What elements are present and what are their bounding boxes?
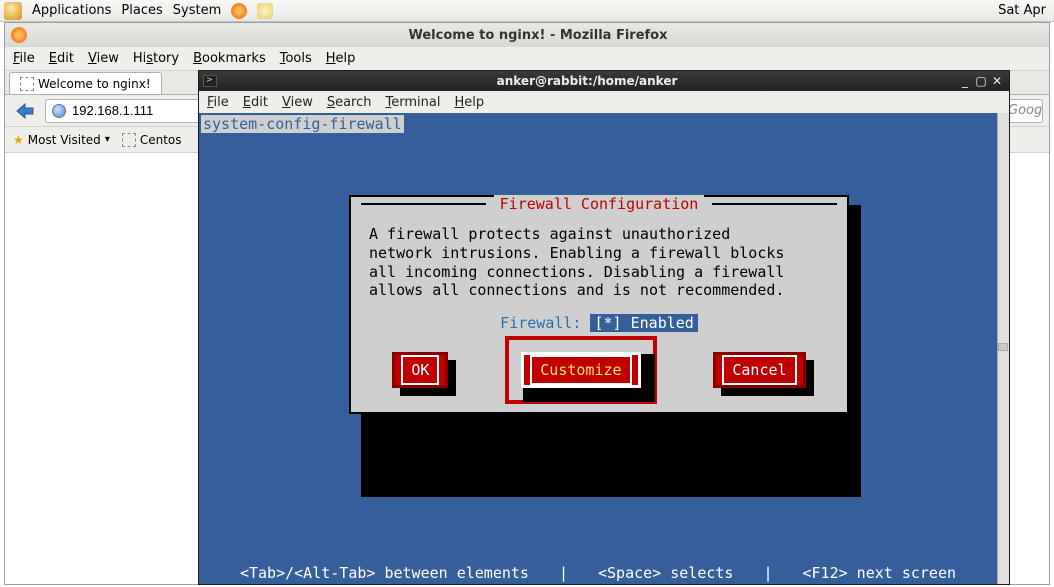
panel-applications[interactable]: Applications	[32, 3, 111, 18]
panel-clock[interactable]: Sat Apr	[998, 3, 1046, 18]
panel-system[interactable]: System	[173, 3, 221, 18]
panel-places[interactable]: Places	[121, 3, 162, 18]
nautilus-launcher-icon[interactable]	[257, 3, 273, 19]
search-placeholder: Google	[1008, 103, 1043, 118]
customize-button[interactable]: Customize	[521, 352, 640, 388]
cancel-button-wrap: Cancel	[713, 352, 805, 388]
ff-menu-tools[interactable]: Tools	[280, 51, 312, 66]
term-menu-file[interactable]: File	[207, 95, 229, 110]
term-menu-view[interactable]: View	[282, 95, 313, 110]
terminal-scrollbar[interactable]	[997, 113, 1009, 584]
firewall-config-dialog: Firewall Configuration A firewall protec…	[349, 195, 849, 414]
ff-menu-edit[interactable]: Edit	[49, 51, 74, 66]
firewall-enabled-checkbox[interactable]: [*] Enabled	[590, 314, 697, 332]
globe-icon	[52, 104, 66, 118]
bookmark-centos[interactable]: Centos	[122, 133, 182, 147]
terminal-window: anker@rabbit:/home/anker _ ▢ ✕ File Edit…	[198, 70, 1010, 585]
terminal-titlebar[interactable]: anker@rabbit:/home/anker _ ▢ ✕	[199, 71, 1009, 91]
tui-footer: <Tab>/<Alt-Tab> between elements | <Spac…	[199, 562, 997, 584]
customize-button-wrap: Customize	[515, 346, 646, 394]
footer-f12-hint: <F12> next screen	[802, 564, 956, 582]
footer-sep-1: |	[559, 564, 568, 582]
tab-favicon-icon	[20, 77, 34, 91]
firefox-launcher-icon[interactable]	[231, 3, 247, 19]
cancel-button-label: Cancel	[722, 355, 796, 385]
minimize-button[interactable]: _	[957, 74, 973, 88]
footer-space-hint: <Space> selects	[598, 564, 733, 582]
scrollbar-handle[interactable]	[998, 343, 1008, 351]
most-visited-button[interactable]: ★ Most Visited ▾	[13, 133, 110, 147]
back-arrow-icon	[15, 103, 35, 119]
maximize-button[interactable]: ▢	[973, 74, 989, 88]
chevron-down-icon: ▾	[105, 134, 110, 145]
term-menu-search[interactable]: Search	[327, 95, 372, 110]
tui-title-bar-left	[361, 203, 486, 205]
terminal-body[interactable]: system-config-firewall Firewall Configur…	[199, 113, 1009, 584]
terminal-title: anker@rabbit:/home/anker	[217, 74, 957, 88]
firewall-label: Firewall:	[500, 314, 590, 332]
back-button[interactable]	[11, 99, 39, 123]
firefox-tab-label: Welcome to nginx!	[38, 77, 151, 91]
ok-button-label: OK	[401, 355, 439, 385]
ff-menu-history[interactable]: History	[133, 51, 179, 66]
ff-menu-bookmarks[interactable]: Bookmarks	[193, 51, 266, 66]
firewall-status-row: Firewall: [*] Enabled	[359, 314, 839, 332]
tui-title-bar-right	[712, 203, 837, 205]
firefox-tab-active[interactable]: Welcome to nginx!	[9, 72, 162, 94]
footer-sep-2: |	[763, 564, 772, 582]
ok-button[interactable]: OK	[392, 352, 448, 388]
customize-button-label: Customize	[530, 355, 631, 385]
tui-button-row: OK Customize Cancel	[359, 346, 839, 394]
tui-app-name: system-config-firewall	[201, 115, 404, 133]
tui-dialog-body: A firewall protects against unauthorized…	[369, 225, 829, 300]
gnome-foot-icon	[4, 2, 22, 20]
term-menu-help[interactable]: Help	[454, 95, 484, 110]
bookmark-centos-label: Centos	[140, 133, 182, 147]
firefox-window-title: Welcome to nginx! - Mozilla Firefox	[33, 28, 1043, 43]
footer-tab-hint: <Tab>/<Alt-Tab> between elements	[240, 564, 529, 582]
star-icon: ★	[13, 133, 24, 147]
term-menu-terminal[interactable]: Terminal	[386, 95, 441, 110]
gnome-top-panel: Applications Places System Sat Apr	[0, 0, 1054, 22]
ff-menu-help[interactable]: Help	[326, 51, 356, 66]
terminal-icon	[203, 75, 217, 87]
tui-dialog-title: Firewall Configuration	[494, 195, 705, 213]
close-button[interactable]: ✕	[989, 74, 1005, 88]
bookmark-favicon-icon	[122, 133, 136, 147]
cancel-button[interactable]: Cancel	[713, 352, 805, 388]
firefox-icon	[11, 27, 27, 43]
term-menu-edit[interactable]: Edit	[243, 95, 268, 110]
ff-menu-view[interactable]: View	[88, 51, 119, 66]
ok-button-wrap: OK	[392, 352, 448, 388]
terminal-menubar: File Edit View Search Terminal Help	[199, 91, 1009, 113]
firefox-titlebar: Welcome to nginx! - Mozilla Firefox	[5, 23, 1049, 47]
most-visited-label: Most Visited	[28, 133, 101, 147]
firefox-menubar: File Edit View History Bookmarks Tools H…	[5, 47, 1049, 71]
ff-menu-file[interactable]: File	[13, 51, 35, 66]
